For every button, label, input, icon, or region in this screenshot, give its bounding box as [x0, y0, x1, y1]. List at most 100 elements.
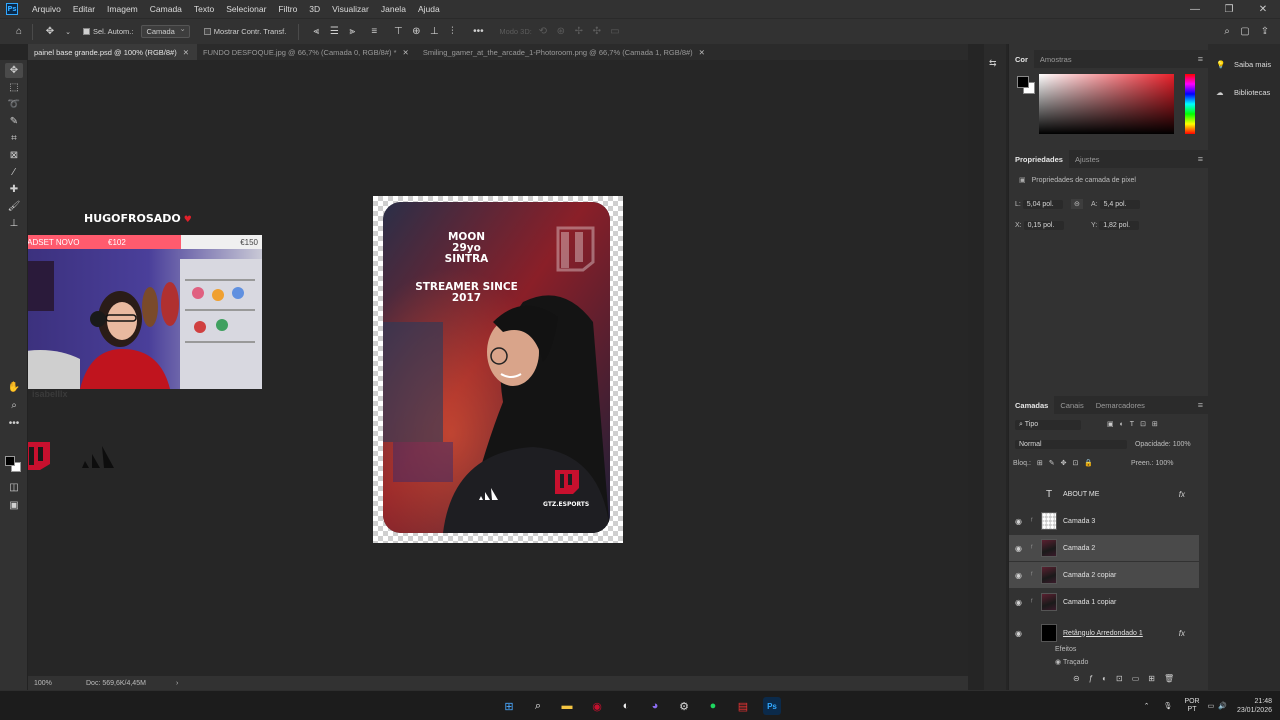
panel-menu-icon[interactable]: ≡: [1198, 400, 1203, 410]
discord-icon[interactable]: ◕: [646, 697, 664, 715]
menu-3d[interactable]: 3D: [303, 4, 326, 14]
distribute-icon[interactable]: ≡: [367, 25, 381, 39]
home-icon[interactable]: ⌂: [12, 25, 26, 39]
link-dimensions-icon[interactable]: ⊝: [1071, 199, 1083, 209]
brush-tool-icon[interactable]: 🖌: [5, 199, 23, 214]
search-icon[interactable]: ⌕: [529, 697, 547, 715]
eye-icon[interactable]: ◉: [1015, 571, 1031, 580]
move-tool-icon[interactable]: ✥: [43, 25, 57, 39]
menu-visualizar[interactable]: Visualizar: [326, 4, 375, 14]
lock-icons[interactable]: ⊞✎✥⊡🔒: [1037, 460, 1099, 467]
frame-tool-icon[interactable]: ⊠: [5, 148, 23, 163]
menu-arquivo[interactable]: Arquivo: [26, 4, 67, 14]
layer-filter-icons[interactable]: ▣◐T⊡⊞: [1107, 421, 1164, 428]
menu-editar[interactable]: Editar: [67, 4, 101, 14]
edge-icon[interactable]: ◐: [617, 697, 635, 715]
panel-menu-icon[interactable]: ≡: [1198, 154, 1203, 164]
fill-field[interactable]: 100%: [1156, 460, 1174, 467]
foreground-color-swatch[interactable]: [5, 456, 15, 466]
layer-row[interactable]: ◉ ᶠ Camada 2: [1009, 535, 1199, 561]
opacity-field[interactable]: 100%: [1173, 441, 1191, 448]
canvas-area[interactable]: HUGOFROSADO♥ HEADSET NOVO €102 €150: [28, 60, 968, 676]
close-tab-icon[interactable]: ✕: [403, 48, 409, 57]
tab-swatches[interactable]: Amostras: [1034, 50, 1078, 68]
eye-icon[interactable]: ◉: [1015, 517, 1031, 526]
tab-layers[interactable]: Camadas: [1009, 396, 1055, 414]
menu-selecionar[interactable]: Selecionar: [220, 4, 272, 14]
eye-icon[interactable]: ◉: [1015, 598, 1031, 607]
windows-start-icon[interactable]: ⊞: [500, 697, 518, 715]
healing-brush-icon[interactable]: ✚: [5, 182, 23, 197]
more-options-icon[interactable]: •••: [471, 25, 485, 39]
clock[interactable]: 21:48 23/01/2026: [1237, 697, 1272, 715]
more-tools-icon[interactable]: •••: [5, 416, 23, 431]
foreground-swatch[interactable]: [1017, 76, 1029, 88]
color-picker-field[interactable]: [1039, 74, 1174, 134]
align-bottom-icon[interactable]: ⊥: [427, 25, 441, 39]
panel-menu-icon[interactable]: ≡: [1198, 54, 1203, 64]
tab-paths[interactable]: Demarcadores: [1090, 396, 1151, 414]
layer-row[interactable]: ◉ ᶠ Camada 2 copiar: [1009, 562, 1199, 588]
align-center-h-icon[interactable]: ☰: [327, 25, 341, 39]
layer-row[interactable]: ◉ ᶠ Camada 1 copiar: [1009, 589, 1199, 615]
quick-select-icon[interactable]: ✎: [5, 114, 23, 129]
minimize-icon[interactable]: —: [1178, 0, 1212, 18]
tab-painel-base[interactable]: painel base grande.psd @ 100% (RGB/8#) ✕: [28, 44, 197, 60]
menu-imagem[interactable]: Imagem: [101, 4, 144, 14]
align-top-icon[interactable]: ⊤: [391, 25, 405, 39]
eye-icon[interactable]: ◉: [1015, 629, 1031, 638]
distribute-v-icon[interactable]: ⫶: [445, 25, 459, 39]
screen-mode-icon[interactable]: ▣: [5, 498, 23, 513]
auto-select-checkbox[interactable]: Sel. Autom.:: [83, 27, 133, 36]
tab-fundo-desfoque[interactable]: FUNDO DESFOQUE.jpg @ 66,7% (Camada 0, RG…: [197, 44, 417, 60]
blend-mode-dropdown[interactable]: Normal: [1015, 440, 1127, 449]
restore-icon[interactable]: ❐: [1212, 0, 1246, 18]
volume-icon[interactable]: 🔊: [1218, 702, 1227, 710]
eyedropper-icon[interactable]: ⁄: [5, 165, 23, 180]
marquee-tool-icon[interactable]: ⬚: [5, 80, 23, 95]
spotify-icon[interactable]: ●: [704, 697, 722, 715]
auto-select-dropdown[interactable]: Camada: [141, 24, 190, 38]
menu-texto[interactable]: Texto: [188, 4, 220, 14]
history-icon[interactable]: ⇆: [989, 58, 997, 69]
close-tab-icon[interactable]: ✕: [183, 48, 189, 57]
chevron-up-icon[interactable]: ⌃: [1144, 702, 1150, 710]
workspace-icon[interactable]: ▢: [1238, 25, 1252, 39]
chevron-down-icon[interactable]: ⌄: [61, 25, 75, 39]
menu-camada[interactable]: Camada: [144, 4, 188, 14]
layer-row[interactable]: ◉ Retângulo Arredondado 1 fx: [1009, 620, 1199, 646]
tab-color[interactable]: Cor: [1009, 50, 1034, 68]
tab-channels[interactable]: Canais: [1054, 396, 1089, 414]
eye-icon[interactable]: ◉: [1015, 544, 1031, 553]
x-field[interactable]: 0,15 pol.: [1023, 221, 1064, 230]
close-tab-icon[interactable]: ✕: [699, 48, 705, 57]
close-icon[interactable]: ✕: [1246, 0, 1280, 18]
quick-mask-icon[interactable]: ◫: [5, 480, 23, 495]
layer-actions[interactable]: ⊝ƒ◐⊡▭⊞🗑: [1073, 674, 1183, 683]
align-left-icon[interactable]: ⫷: [309, 25, 323, 39]
crop-tool-icon[interactable]: ⌗: [5, 131, 23, 146]
tab-adjustments[interactable]: Ajustes: [1069, 150, 1106, 168]
steam-icon[interactable]: ⚙: [675, 697, 693, 715]
share-icon[interactable]: ⇪: [1258, 25, 1272, 39]
align-middle-icon[interactable]: ⊕: [409, 25, 423, 39]
align-right-icon[interactable]: ⫸: [345, 25, 359, 39]
y-field[interactable]: 1,82 pol.: [1099, 221, 1140, 230]
app-icon-2[interactable]: ▤: [734, 697, 752, 715]
tab-smiling-gamer[interactable]: Smiling_gamer_at_the_arcade_1-Photoroom.…: [417, 44, 713, 60]
zoom-level[interactable]: 100%: [34, 680, 86, 687]
language-indicator[interactable]: POR PT: [1184, 698, 1199, 714]
file-explorer-icon[interactable]: ▬: [558, 697, 576, 715]
fx-icon[interactable]: fx: [1179, 629, 1185, 638]
tab-properties[interactable]: Propriedades: [1009, 150, 1069, 168]
libraries-button[interactable]: ☁ Bibliotecas: [1216, 88, 1270, 97]
lasso-tool-icon[interactable]: ➰: [5, 97, 23, 112]
status-arrow-icon[interactable]: ›: [176, 680, 178, 687]
layer-filter-dropdown[interactable]: ⌕ Tipo: [1015, 420, 1081, 430]
hue-slider[interactable]: [1185, 74, 1195, 134]
stamp-tool-icon[interactable]: ⊥: [5, 216, 23, 231]
show-transform-checkbox[interactable]: Mostrar Contr. Transf.: [203, 27, 286, 36]
document-canvas[interactable]: GTZ.ESPORTS MOON 29yo SINTRA STREAMER SINC…: [373, 196, 623, 543]
move-tool-icon[interactable]: ✥: [5, 63, 23, 78]
zoom-tool-icon[interactable]: ⌕: [5, 398, 23, 413]
